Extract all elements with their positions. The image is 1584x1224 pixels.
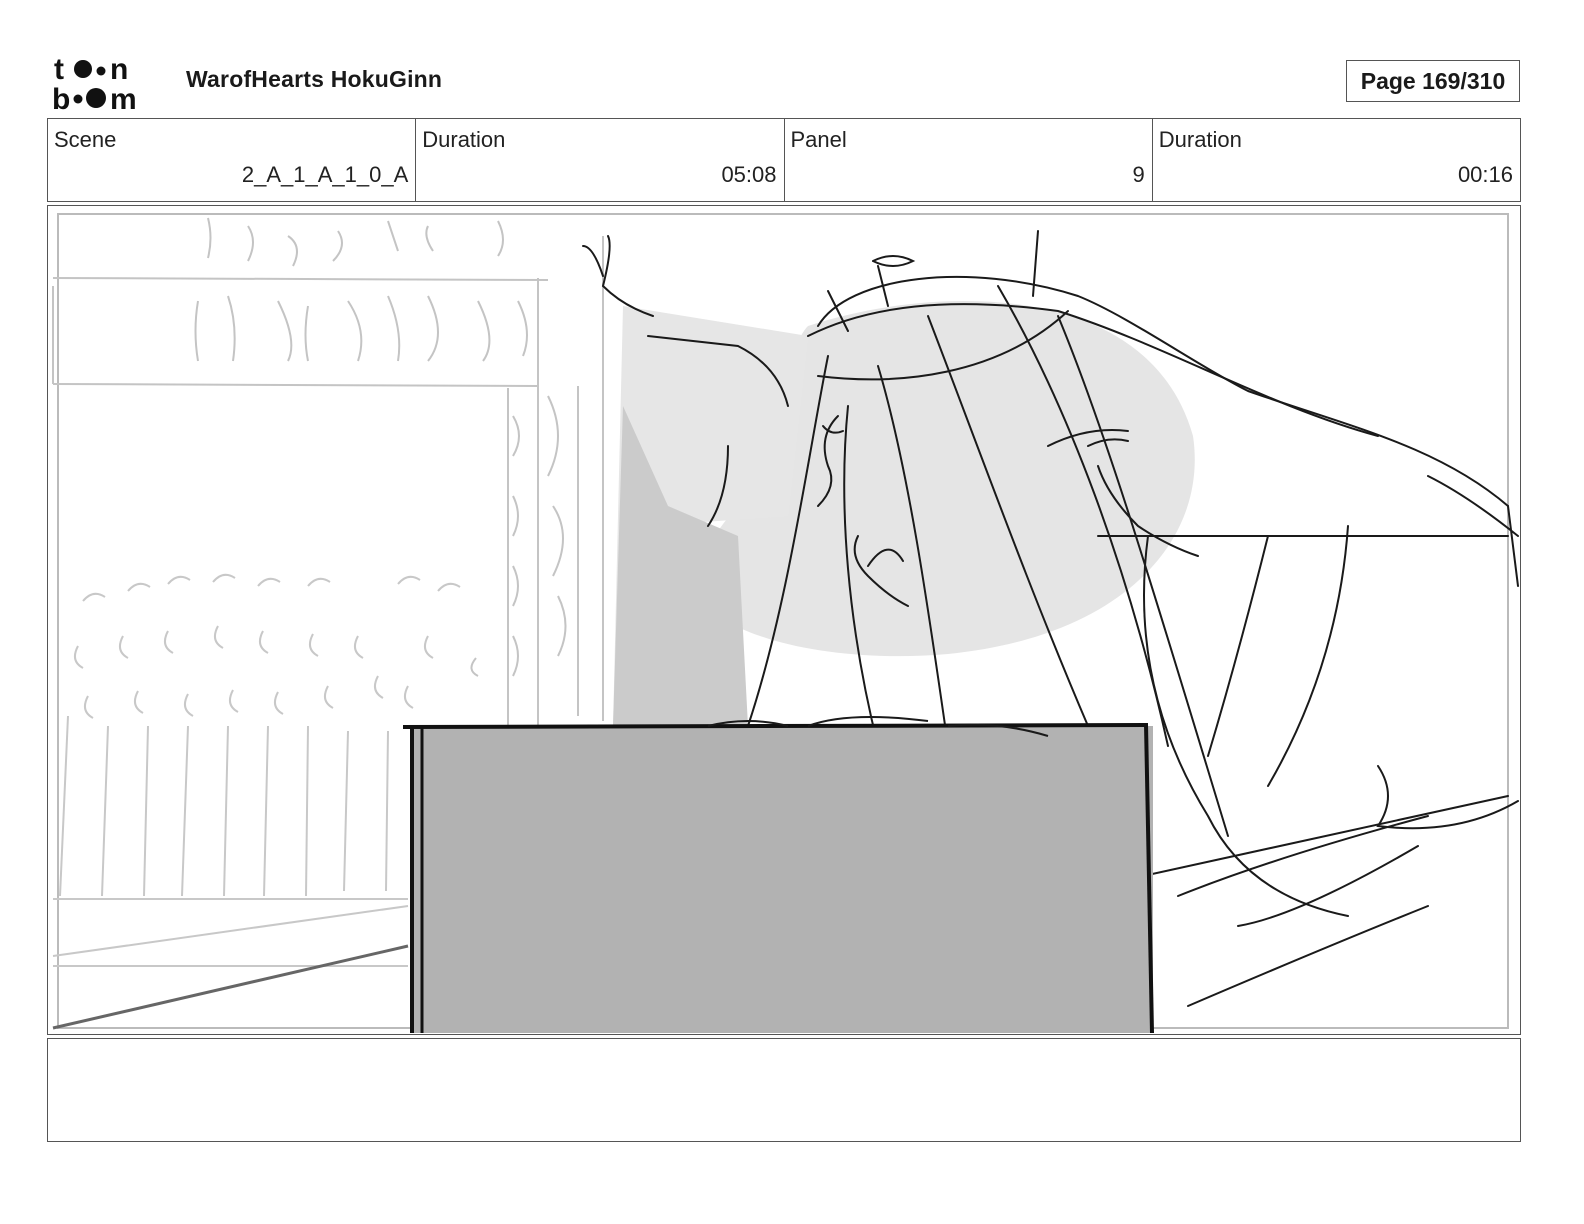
- scene-cell: Scene 2_A_1_A_1_0_A: [48, 119, 417, 201]
- panel-duration-cell: Duration 00:16: [1153, 119, 1520, 201]
- crowd-sketch: [52, 573, 461, 967]
- scene-duration-label: Duration: [422, 127, 506, 152]
- panel-value: 9: [1132, 162, 1145, 187]
- scene-duration-value: 05:08: [721, 162, 777, 187]
- background-architecture: [52, 217, 604, 726]
- page-indicator: Page 169/310: [1346, 60, 1520, 102]
- svg-text:t: t: [54, 53, 64, 86]
- scene-label: Scene: [54, 127, 117, 152]
- foreground-block: [413, 726, 1153, 1033]
- toon-boom-logo: t n b m: [52, 53, 137, 112]
- panel-notes: [47, 1038, 1521, 1142]
- panel-duration-value: 00:16: [1457, 162, 1513, 187]
- scene-value: 2_A_1_A_1_0_A: [241, 162, 409, 187]
- project-title: WarofHearts HokuGinn: [186, 66, 443, 92]
- svg-text:n: n: [110, 53, 128, 86]
- panel-duration-label: Duration: [1158, 127, 1242, 152]
- panel-label: Panel: [790, 127, 847, 152]
- svg-text:b: b: [52, 83, 70, 112]
- storyboard-sketch: [52, 213, 1519, 1033]
- storyboard-panel: [47, 205, 1521, 1035]
- svg-text:m: m: [110, 83, 137, 112]
- scene-duration-cell: Duration 05:08: [416, 119, 785, 201]
- panel-cell: Panel 9: [785, 119, 1153, 201]
- scene-info-table: Scene 2_A_1_A_1_0_A Duration 05:08 Panel…: [47, 118, 1521, 202]
